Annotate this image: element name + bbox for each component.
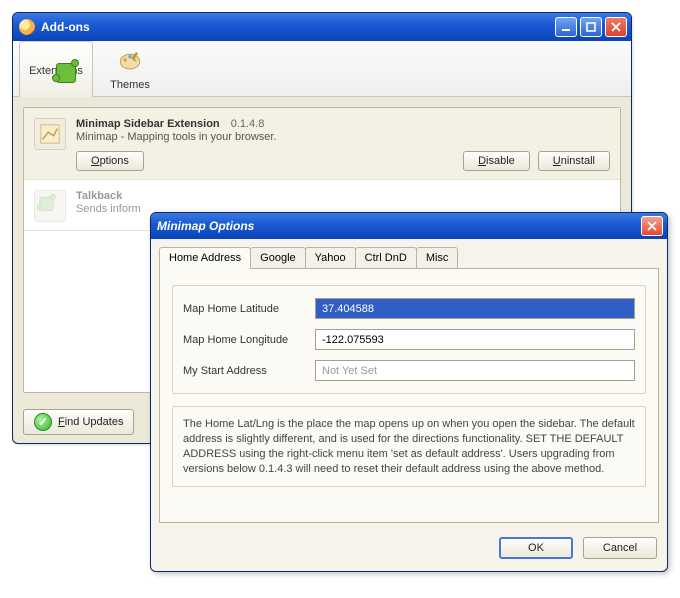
addons-titlebar[interactable]: Add-ons <box>13 13 631 41</box>
options-titlebar[interactable]: Minimap Options <box>151 213 667 239</box>
palette-icon <box>116 47 144 77</box>
tab-google[interactable]: Google <box>250 247 305 268</box>
addons-title: Add-ons <box>41 20 90 34</box>
lat-input[interactable] <box>315 298 635 319</box>
tab-home-address[interactable]: Home Address <box>159 247 251 269</box>
dialog-buttons: OK Cancel <box>151 531 667 571</box>
ext-desc: Minimap - Mapping tools in your browser. <box>76 131 610 143</box>
options-tabs: Home Address Google Yahoo Ctrl DnD Misc <box>159 247 659 268</box>
lng-input[interactable] <box>315 329 635 350</box>
addons-toolbar: Extensions Themes <box>13 41 631 97</box>
ext-version: 0.1.4.8 <box>231 118 265 130</box>
tab-yahoo[interactable]: Yahoo <box>305 247 356 268</box>
start-label: My Start Address <box>183 365 315 377</box>
talkback-icon <box>34 190 66 222</box>
lng-label: Map Home Longitude <box>183 334 315 346</box>
tabpanel-home-address: Map Home Latitude Map Home Longitude My … <box>159 268 659 523</box>
tab-themes-label: Themes <box>110 79 150 91</box>
ext-name: Minimap Sidebar Extension <box>76 118 220 130</box>
close-button[interactable] <box>605 17 627 37</box>
close-button[interactable] <box>641 216 663 236</box>
tab-misc[interactable]: Misc <box>416 247 459 268</box>
cancel-button[interactable]: Cancel <box>583 537 657 559</box>
firefox-icon <box>19 19 35 35</box>
help-text: The Home Lat/Lng is the place the map op… <box>172 406 646 487</box>
uninstall-button[interactable]: Uninstall <box>538 151 610 171</box>
minimap-icon <box>34 118 66 150</box>
options-button[interactable]: Options <box>76 151 144 171</box>
ok-button[interactable]: OK <box>499 537 573 559</box>
minimize-button[interactable] <box>555 17 577 37</box>
ext-name: Talkback <box>76 190 122 202</box>
start-input[interactable] <box>315 360 635 381</box>
field-group: Map Home Latitude Map Home Longitude My … <box>172 285 646 394</box>
checkmark-icon: ✓ <box>34 413 52 431</box>
options-dialog: Minimap Options Home Address Google Yaho… <box>150 212 668 572</box>
extension-item-minimap[interactable]: Minimap Sidebar Extension 0.1.4.8 Minima… <box>24 108 620 180</box>
options-title: Minimap Options <box>157 219 254 233</box>
tab-extensions[interactable]: Extensions <box>19 41 93 97</box>
maximize-button[interactable] <box>580 17 602 37</box>
lat-label: Map Home Latitude <box>183 303 315 315</box>
tab-themes[interactable]: Themes <box>93 41 167 96</box>
tab-ctrl-dnd[interactable]: Ctrl DnD <box>355 247 417 268</box>
disable-button[interactable]: Disable <box>463 151 530 171</box>
find-updates-button[interactable]: ✓ Find Updates <box>23 409 134 435</box>
